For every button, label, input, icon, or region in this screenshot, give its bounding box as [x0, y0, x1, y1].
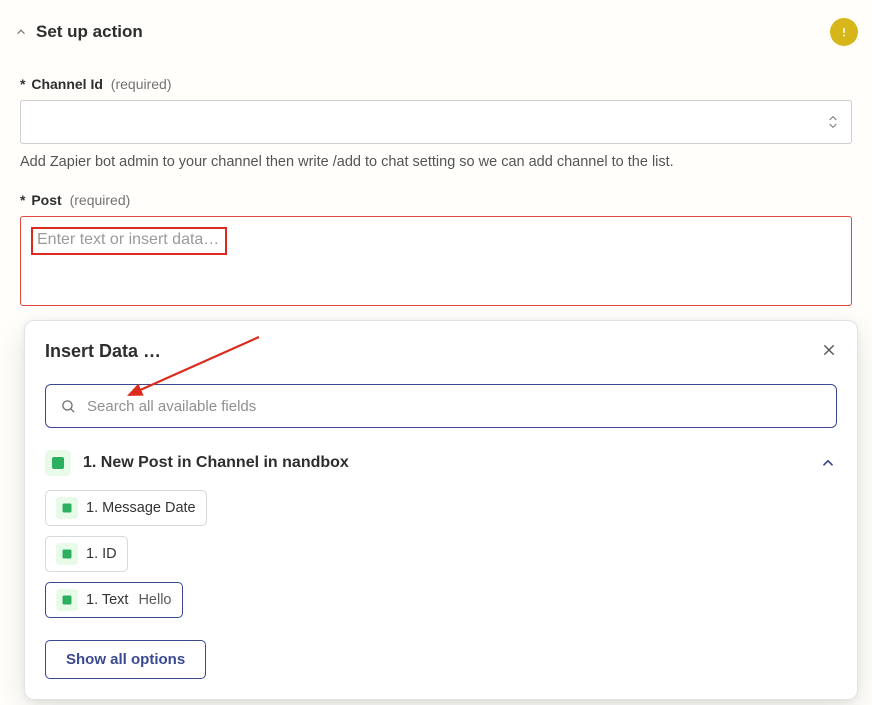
field-helper-text: Add Zapier bot admin to your channel the…	[20, 154, 852, 170]
channel-id-select[interactable]	[20, 100, 852, 144]
data-source-title: 1. New Post in Channel in nandbox	[83, 454, 349, 472]
chevron-up-icon	[14, 25, 28, 39]
chevron-up-icon	[819, 454, 837, 472]
field-label: Channel Id	[31, 76, 103, 92]
show-all-options-button[interactable]: Show all options	[45, 640, 206, 679]
post-input[interactable]: Enter text or insert data…	[20, 216, 852, 306]
field-required-text: (required)	[70, 192, 131, 208]
search-icon	[60, 398, 77, 415]
required-asterisk: *	[20, 192, 25, 208]
field-pill-message-date[interactable]: 1. Message Date	[45, 490, 207, 526]
select-caret-icon	[825, 114, 841, 130]
required-asterisk: *	[20, 76, 25, 92]
nandbox-icon	[45, 450, 71, 476]
search-field-wrap[interactable]	[45, 384, 837, 428]
field-required-text: (required)	[111, 76, 172, 92]
nandbox-icon	[56, 589, 78, 611]
field-label-row: * Channel Id (required)	[20, 76, 852, 92]
data-source-header[interactable]: 1. New Post in Channel in nandbox	[45, 450, 837, 476]
close-button[interactable]	[821, 342, 837, 361]
pill-label: 1. Text	[86, 592, 128, 608]
field-pill-text[interactable]: 1. Text Hello	[45, 582, 183, 618]
section-header-left[interactable]: Set up action	[14, 22, 143, 42]
section-title: Set up action	[36, 22, 143, 42]
nandbox-icon	[56, 543, 78, 565]
field-pill-id[interactable]: 1. ID	[45, 536, 128, 572]
insert-data-header: Insert Data …	[45, 341, 837, 362]
field-label: Post	[31, 192, 61, 208]
field-post: * Post (required) Enter text or insert d…	[20, 192, 852, 306]
nandbox-icon	[56, 497, 78, 519]
field-label-row: * Post (required)	[20, 192, 852, 208]
post-input-highlight: Enter text or insert data…	[31, 227, 227, 255]
insert-data-title: Insert Data …	[45, 341, 161, 362]
section-header: Set up action	[14, 18, 858, 46]
field-channel-id: * Channel Id (required) Add Zapier bot a…	[20, 76, 852, 170]
exclamation-icon	[837, 25, 851, 39]
insert-data-panel: Insert Data … 1. New Post in Channel in …	[24, 320, 858, 700]
pill-value: Hello	[138, 592, 171, 608]
warning-badge	[830, 18, 858, 46]
pill-label: 1. Message Date	[86, 500, 196, 516]
close-icon	[821, 342, 837, 358]
post-placeholder: Enter text or insert data…	[37, 231, 219, 248]
search-input[interactable]	[87, 398, 822, 415]
pill-label: 1. ID	[86, 546, 117, 562]
